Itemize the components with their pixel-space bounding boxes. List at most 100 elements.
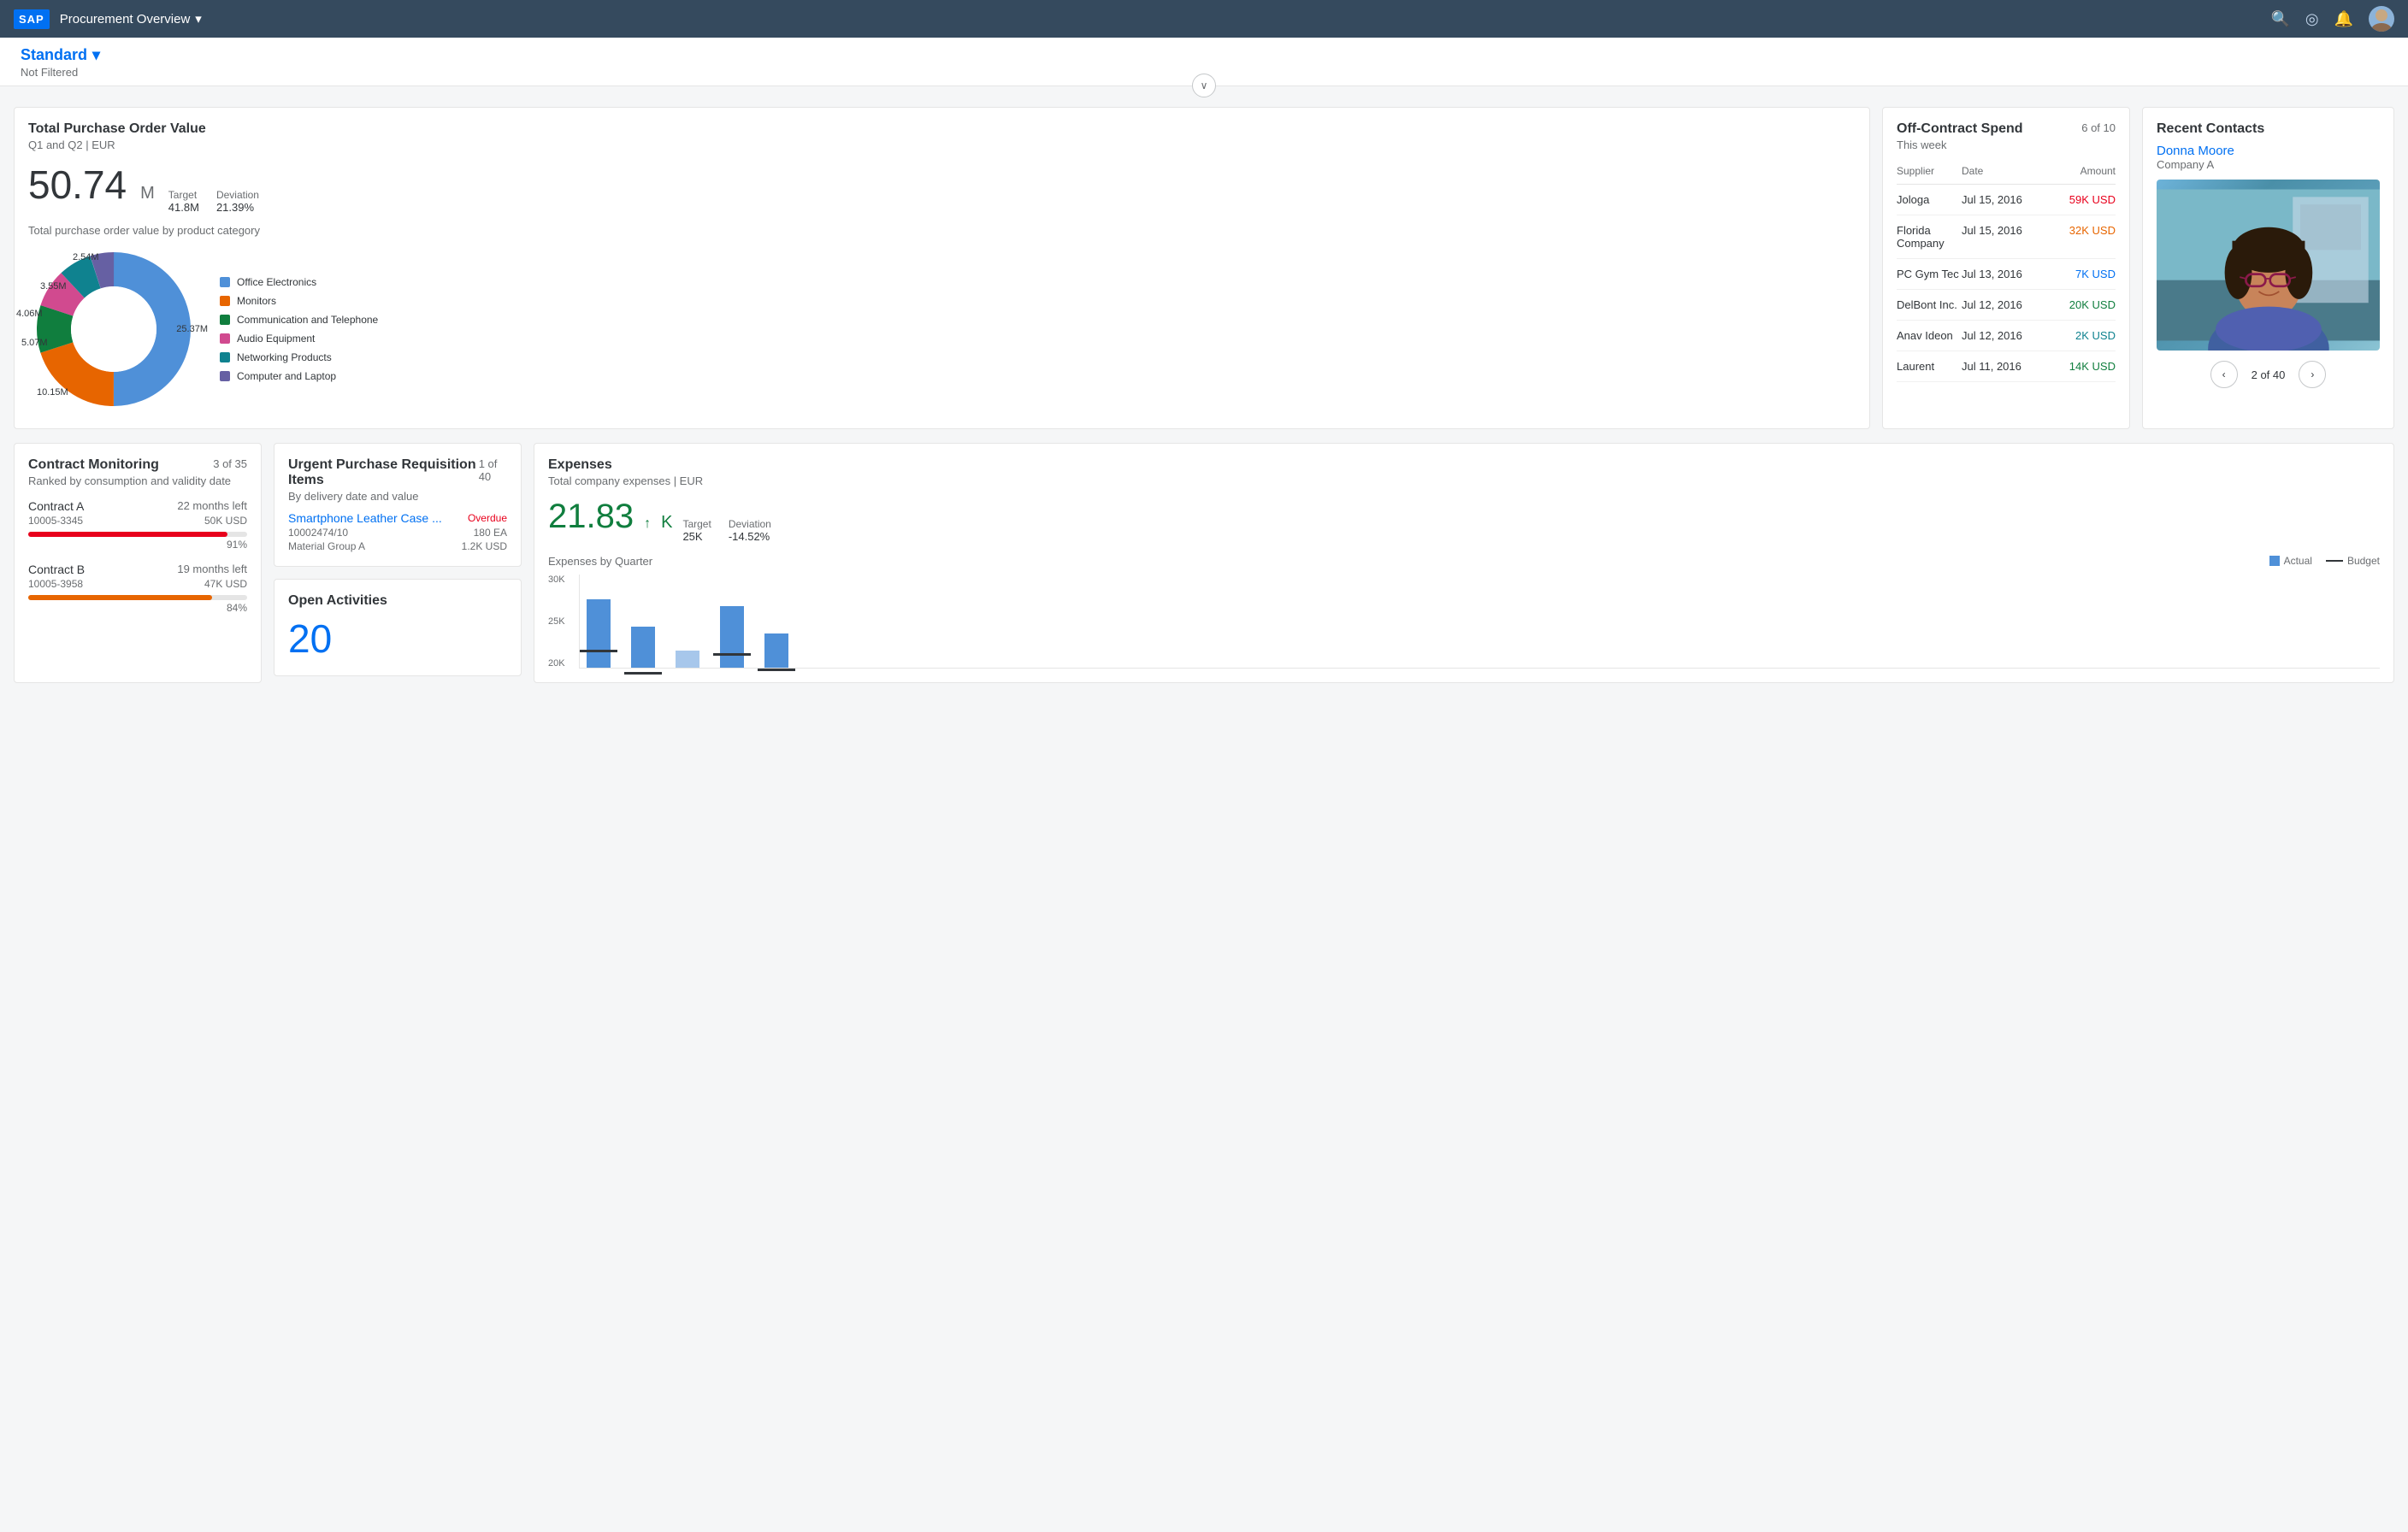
expenses-target: Target 25K <box>682 518 711 543</box>
contact-prev-button[interactable]: ‹ <box>2210 361 2238 388</box>
collapse-button[interactable]: ∨ <box>1192 74 1216 97</box>
contact-image <box>2157 180 2380 351</box>
legend-color-pink <box>220 333 230 344</box>
bottom-row: Contract Monitoring 3 of 35 Ranked by co… <box>0 443 2408 697</box>
contract-monitoring-count: 3 of 35 <box>213 457 247 473</box>
search-icon[interactable]: 🔍 <box>2270 10 2289 28</box>
expenses-target-value: 25K <box>682 530 711 543</box>
off-contract-header: Off-Contract Spend 6 of 10 <box>1897 121 2116 137</box>
pr-item-qty: 180 EA <box>474 527 507 539</box>
contract-monitoring-header: Contract Monitoring 3 of 35 <box>28 457 247 473</box>
target-icon[interactable]: ◎ <box>2305 10 2319 28</box>
donut-label-2: 2.54M <box>73 252 99 262</box>
po-card-subtitle: Q1 and Q2 | EUR <box>28 138 1856 151</box>
col-amount: Amount <box>2039 165 2116 177</box>
open-activities-count: 20 <box>288 616 332 661</box>
header-left: SAP Procurement Overview ▾ <box>14 9 202 29</box>
expenses-kpi-details: Target 25K Deviation -14.52% <box>682 518 770 543</box>
bar-q1-actual <box>587 599 611 668</box>
expenses-target-label: Target <box>682 518 711 530</box>
po-deviation-value: 21.39% <box>216 201 259 214</box>
contract-monitoring-subtitle: Ranked by consumption and validity date <box>28 474 247 487</box>
expenses-chart-title: Expenses by Quarter <box>548 555 652 568</box>
open-activities-header: Open Activities <box>288 593 507 609</box>
y-axis-labels: 30K 25K 20K <box>548 574 575 669</box>
col-date: Date <box>1962 165 2039 177</box>
bar-q2-actual <box>631 627 655 668</box>
legend-label-4: Networking Products <box>237 351 332 363</box>
contract-a-value: 50K USD <box>204 515 247 527</box>
app-title[interactable]: Procurement Overview ▾ <box>60 11 202 27</box>
legend-label-2: Communication and Telephone <box>237 314 378 326</box>
urgent-pr-title: Urgent Purchase Requisition Items <box>288 457 479 488</box>
pr-item-name-0[interactable]: Smartphone Leather Case ... <box>288 511 442 525</box>
app-header: SAP Procurement Overview ▾ 🔍 ◎ 🔔 <box>0 0 2408 38</box>
urgent-pr-subtitle: By delivery date and value <box>288 490 507 503</box>
y-label-20k: 20K <box>548 658 575 669</box>
legend-comm-tel: Communication and Telephone <box>220 314 378 326</box>
off-contract-table-header: Supplier Date Amount <box>1897 158 2116 185</box>
bell-icon[interactable]: 🔔 <box>2334 10 2353 28</box>
donut-chart: 25.37M 10.15M 5.07M 4.06M 3.55M 2.54M <box>28 244 199 415</box>
po-kpi-details: Target 41.8M Deviation 21.39% <box>168 189 259 214</box>
view-selector[interactable]: Standard ▾ <box>21 46 2387 64</box>
bar-group-q3 <box>676 651 699 668</box>
contract-monitoring-title: Contract Monitoring <box>28 457 159 473</box>
po-target: Target 41.8M <box>168 189 199 214</box>
pr-item-detail-0: 10002474/10 180 EA <box>288 527 507 539</box>
contract-b-details: 10005-3958 47K USD <box>28 578 247 590</box>
contract-item-1: Contract B 19 months left 10005-3958 47K… <box>28 563 247 614</box>
pr-item-id: 10002474/10 <box>288 527 348 539</box>
contract-a-percent: 91% <box>28 539 247 551</box>
view-label: Standard <box>21 46 87 64</box>
legend-networking: Networking Products <box>220 351 378 363</box>
bar-q4-actual <box>720 606 744 668</box>
middle-bottom-col: Urgent Purchase Requisition Items 1 of 4… <box>274 443 522 683</box>
chart-legend: Office Electronics Monitors Communicatio… <box>220 276 378 382</box>
pr-item-0: Smartphone Leather Case ... Overdue 1000… <box>288 511 507 552</box>
po-deviation: Deviation 21.39% <box>216 189 259 214</box>
contact-name[interactable]: Donna Moore <box>2157 144 2380 158</box>
bar-q4-budget <box>713 653 751 656</box>
y-label-25k: 25K <box>548 616 575 627</box>
recent-contacts-card: Recent Contacts Donna Moore Company A <box>2142 107 2394 429</box>
contract-a-details: 10005-3345 50K USD <box>28 515 247 527</box>
off-contract-card: Off-Contract Spend 6 of 10 This week Sup… <box>1882 107 2130 429</box>
contract-a-progress-fill <box>28 532 227 537</box>
total-po-card: Total Purchase Order Value Q1 and Q2 | E… <box>14 107 1870 429</box>
off-contract-title: Off-Contract Spend <box>1897 121 2023 137</box>
contract-b-id: 10005-3958 <box>28 578 83 590</box>
col-supplier: Supplier <box>1897 165 1962 177</box>
legend-actual-label: Actual <box>2284 555 2312 567</box>
expenses-card: Expenses Total company expenses | EUR 21… <box>534 443 2394 683</box>
contact-next-button[interactable]: › <box>2299 361 2326 388</box>
contract-a-progress-bg <box>28 532 247 537</box>
legend-label-0: Office Electronics <box>237 276 316 288</box>
po-card-title: Total Purchase Order Value <box>28 121 1856 137</box>
contact-nav-count: 2 of 40 <box>2252 368 2286 381</box>
pr-item-value: 1.2K USD <box>462 540 507 552</box>
expenses-kpi-value: 21.83 <box>548 498 634 536</box>
avatar[interactable] <box>2369 6 2394 32</box>
off-contract-row-5: Laurent Jul 11, 2016 14K USD <box>1897 351 2116 382</box>
po-kpi-value: 50.74 <box>28 165 127 204</box>
open-activities-title: Open Activities <box>288 593 387 609</box>
bar-chart-wrapper: 30K 25K 20K <box>548 574 2380 669</box>
contract-b-months: 19 months left <box>177 563 247 576</box>
bar-q3-actual <box>676 651 699 668</box>
off-contract-period: This week <box>1897 138 2116 151</box>
legend-budget-icon <box>2326 560 2343 562</box>
donut-label-4: 4.06M <box>16 309 43 319</box>
view-dropdown-icon: ▾ <box>92 46 100 64</box>
legend-office-electronics: Office Electronics <box>220 276 378 288</box>
pr-overdue-badge: Overdue <box>468 512 507 524</box>
expenses-deviation: Deviation -14.52% <box>729 518 771 543</box>
legend-actual: Actual <box>2269 555 2312 567</box>
contract-b-progress-fill <box>28 595 212 600</box>
contact-company: Company A <box>2157 158 2380 171</box>
legend-budget-label: Budget <box>2347 555 2380 567</box>
expenses-trend-icon: ↑ <box>644 516 651 532</box>
bar-group-q4 <box>720 606 744 668</box>
contract-a-id: 10005-3345 <box>28 515 83 527</box>
off-contract-row-3: DelBont Inc. Jul 12, 2016 20K USD <box>1897 290 2116 321</box>
